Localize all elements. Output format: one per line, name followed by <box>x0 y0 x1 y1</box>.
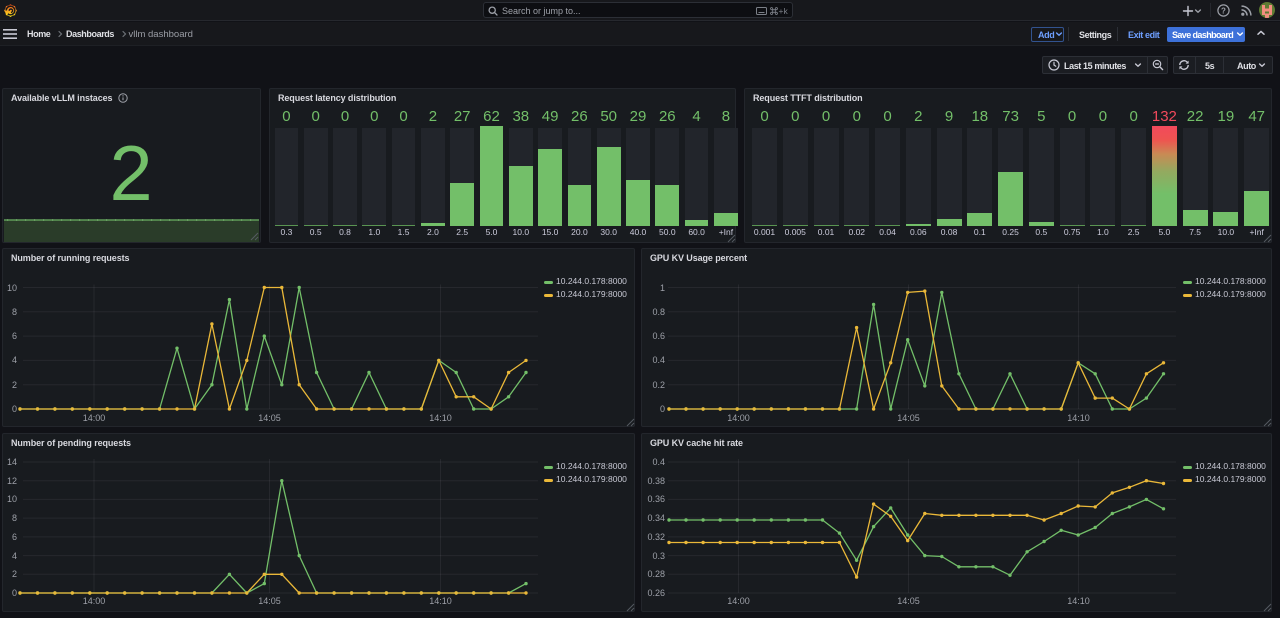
svg-text:+k: +k <box>779 6 789 16</box>
svg-text:?: ? <box>1221 6 1226 15</box>
